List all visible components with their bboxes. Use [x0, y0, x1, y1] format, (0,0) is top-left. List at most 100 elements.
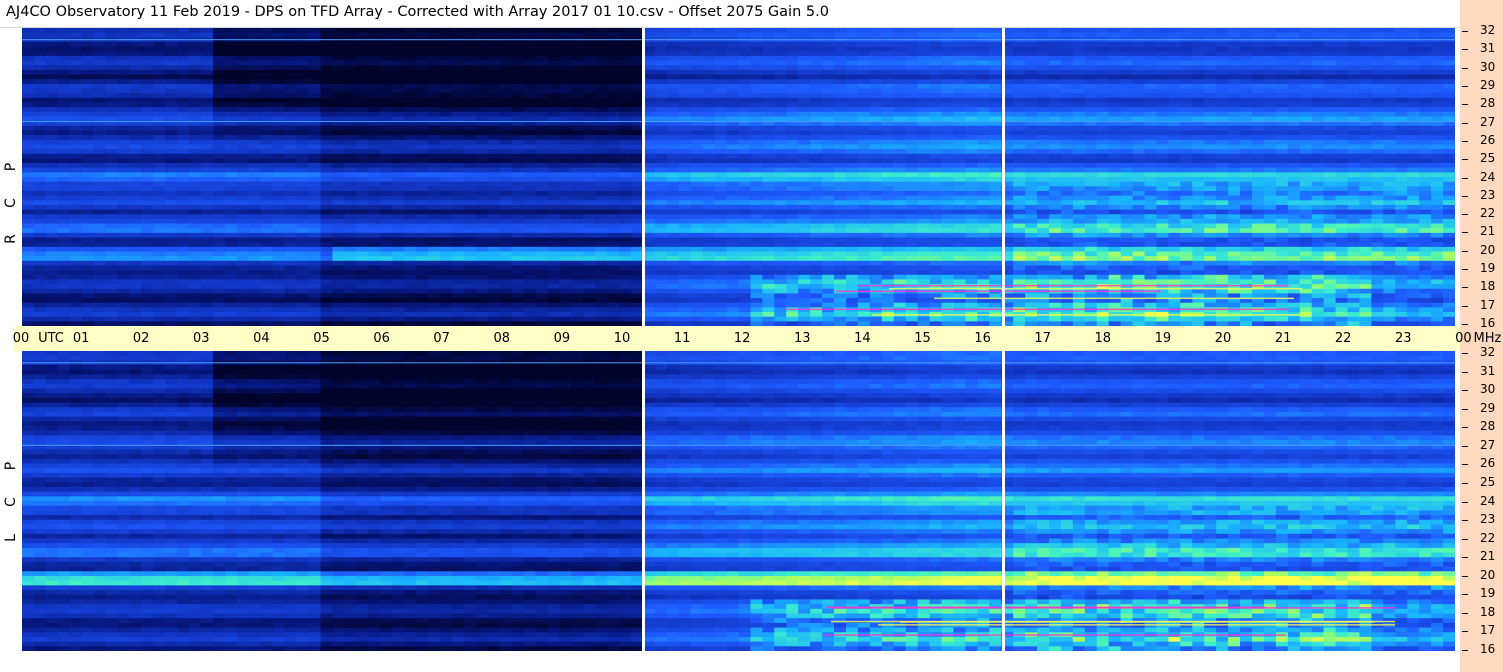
rcp-freq-tick-29: 29 — [1480, 77, 1496, 92]
marker-line-4 — [1002, 351, 1005, 651]
rcp-freq-tick-27: 27 — [1480, 114, 1496, 129]
rcp-freq-tick-mark-22 — [1462, 214, 1468, 216]
marker-line-3 — [642, 351, 645, 651]
lcp-freq-tick-mark-30 — [1462, 390, 1468, 392]
lcp-freq-tick-mark-16 — [1462, 650, 1468, 651]
lcp-freq-tick-mark-20 — [1462, 575, 1468, 577]
rcp-freq-tick-mark-32 — [1462, 31, 1468, 32]
utc-tick-19: 19 — [1154, 331, 1172, 346]
interference-streak-0 — [872, 314, 1300, 316]
lcp-freq-tick-mark-31 — [1462, 371, 1468, 373]
utc-tick-04: 04 — [253, 331, 270, 346]
rcp-freq-tick-23: 23 — [1480, 187, 1496, 202]
rcp-freq-tick-mark-18 — [1462, 287, 1468, 289]
rcp-freq-tick-21: 21 — [1480, 224, 1496, 239]
lcp-freq-tick-mark-23 — [1462, 520, 1468, 522]
interference-streak-2 — [878, 624, 1395, 626]
interference-streak-5 — [826, 606, 1266, 609]
lcp-gutter: P C L — [0, 351, 22, 672]
rcp-freq-tick-mark-20 — [1462, 250, 1468, 252]
utc-tick-12: 12 — [733, 331, 751, 346]
lcp-freq-tick-26: 26 — [1480, 456, 1496, 471]
lcp-freq-tick-17: 17 — [1480, 623, 1496, 638]
lcp-freq-tick-24: 24 — [1480, 493, 1496, 508]
rcp-freq-tick-mark-29 — [1462, 85, 1468, 87]
lcp-freq-tick-mark-32 — [1462, 353, 1468, 354]
rcp-freq-tick-mark-30 — [1462, 67, 1468, 69]
rcp-freq-tick-30: 30 — [1480, 59, 1496, 74]
rcp-freq-tick-19: 19 — [1480, 261, 1496, 276]
lcp-freq-tick-mark-28 — [1462, 427, 1468, 429]
rcp-freq-tick-mark-23 — [1462, 195, 1468, 197]
rcp-letter-p: P — [2, 162, 19, 172]
utc-tick-15: 15 — [914, 331, 931, 346]
rcp-freq-tick-18: 18 — [1480, 279, 1496, 294]
horizontal-line-1 — [22, 39, 1455, 41]
rcp-label: P C R — [0, 160, 22, 246]
rcp-spectrogram — [22, 28, 1455, 326]
lcp-letter-c: C — [3, 497, 19, 507]
interference-streak-3 — [823, 634, 1286, 636]
lcp-freq-tick-mark-29 — [1462, 408, 1468, 410]
lcp-spectrogram — [22, 351, 1455, 651]
utc-axis-bar: 00 UTC 01 02 03 04 05 06 07 08 09 10 11 12 13 14 15 16 17 1… — [12, 326, 1501, 351]
utc-tick-20: 20 — [1214, 331, 1232, 346]
interference-streak-1 — [857, 284, 1289, 287]
rcp-freq-tick-31: 31 — [1480, 41, 1496, 56]
utc-tick-10: 10 — [613, 331, 631, 346]
freq-unit-label: MHz — [1473, 331, 1502, 346]
lcp-freq-tick-27: 27 — [1480, 437, 1496, 452]
utc-tick-00: 00 — [12, 331, 30, 346]
lcp-freq-tick-18: 18 — [1480, 604, 1496, 619]
lcp-freq-tick-mark-22 — [1462, 538, 1468, 540]
utc-tick-17: 17 — [1034, 331, 1051, 346]
utc-tick-07: 07 — [433, 331, 450, 346]
utc-tick-06: 06 — [373, 331, 390, 346]
interference-streak-4 — [889, 287, 1302, 290]
lcp-freq-tick-mark-19 — [1462, 594, 1468, 596]
window-title: AJ4CO Observatory 11 Feb 2019 - DPS on T… — [6, 4, 829, 20]
utc-tick-22: 22 — [1334, 331, 1352, 346]
utc-tick-end: 00 — [1455, 331, 1472, 346]
title-bar: AJ4CO Observatory 11 Feb 2019 - DPS on T… — [0, 0, 1460, 28]
lcp-freq-tick-mark-25 — [1462, 482, 1468, 484]
utc-tick-21: 21 — [1274, 331, 1292, 346]
lcp-freq-tick-mark-27 — [1462, 445, 1468, 447]
rcp-freq-tick-24: 24 — [1480, 169, 1496, 184]
lcp-freq-tick-mark-17 — [1462, 631, 1468, 633]
lcp-freq-tick-mark-26 — [1462, 464, 1468, 466]
utc-tick-09: 09 — [553, 331, 571, 346]
rcp-freq-tick-17: 17 — [1480, 297, 1496, 312]
rcp-freq-tick-mark-21 — [1462, 232, 1468, 234]
interference-streak-3 — [785, 308, 1289, 311]
rcp-freq-tick-16: 16 — [1480, 316, 1496, 330]
lcp-letter-l: L — [3, 534, 19, 542]
rcp-gutter: P C R — [0, 28, 22, 326]
rcp-freq-tick-mark-24 — [1462, 177, 1468, 179]
rcp-freq-tick-mark-26 — [1462, 140, 1468, 142]
rcp-freq-tick-mark-17 — [1462, 305, 1468, 307]
rcp-spectrogram-canvas — [22, 28, 1455, 326]
marker-line-2 — [1002, 28, 1005, 326]
utc-tick-01: 01 — [72, 331, 90, 346]
rcp-freq-tick-mark-31 — [1462, 49, 1468, 51]
interference-streak-5 — [836, 290, 1161, 293]
utc-unit-label: UTC — [38, 331, 64, 346]
rcp-freq-tick-mark-27 — [1462, 122, 1468, 124]
rcp-freq-tick-mark-19 — [1462, 269, 1468, 271]
rcp-freq-tick-26: 26 — [1480, 132, 1496, 147]
lcp-freq-tick-29: 29 — [1480, 400, 1496, 415]
horizontal-line-1 — [22, 362, 1455, 364]
horizontal-line-0 — [22, 444, 1455, 446]
interference-streak-4 — [831, 620, 1395, 623]
interference-streak-2 — [934, 297, 1294, 300]
utc-tick-23: 23 — [1395, 331, 1412, 346]
utc-tick-03: 03 — [193, 331, 210, 346]
rcp-freq-tick-mark-16 — [1462, 324, 1468, 325]
lcp-freq-tick-22: 22 — [1480, 530, 1496, 545]
lcp-freq-tick-23: 23 — [1480, 512, 1496, 527]
rcp-freq-tick-28: 28 — [1480, 96, 1496, 111]
utc-tick-16: 16 — [974, 331, 991, 346]
lcp-freq-tick-mark-21 — [1462, 557, 1468, 559]
rcp-freq-tick-mark-25 — [1462, 159, 1468, 161]
